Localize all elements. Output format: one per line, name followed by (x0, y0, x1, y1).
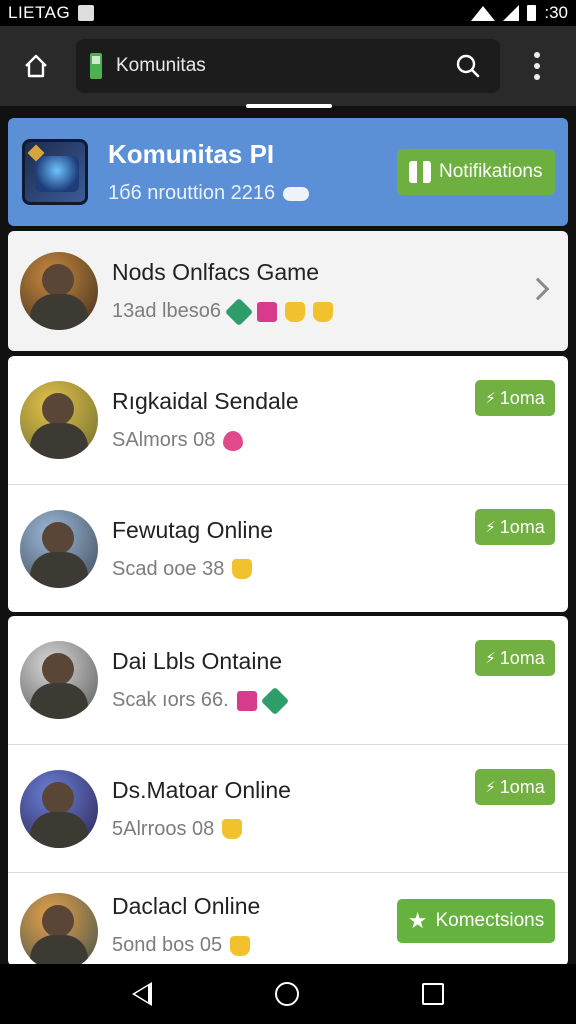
join-button[interactable]: ⚡ 1oma (475, 640, 555, 676)
list-item-subtitle: 5Alrroos 08 (112, 817, 215, 840)
list-item[interactable]: Ds.Matoar Online 5Alrroos 08 ⚡ 1oma (8, 744, 568, 872)
url-text: Komunitas (116, 55, 206, 76)
back-icon[interactable] (131, 982, 152, 1006)
list-item-subtitle-row: Scad ooe 38 (112, 558, 568, 581)
status-carrier: LIETAG (8, 3, 71, 22)
community-card: Rıgkaidal Sendale SAlmors 08 ⚡ 1oma Fewu… (8, 356, 568, 612)
avatar (20, 252, 98, 330)
more-vert-dot (534, 63, 540, 69)
list-item-title: Nods Onlfacs Game (112, 259, 320, 285)
list-item[interactable]: Nods Onlfacs Game 13ad lbeso6 (8, 231, 568, 351)
bolt-icon: ⚡ (485, 779, 496, 796)
list-item[interactable]: Dai Lbls Ontaine Scak ıors 66. ⚡ 1oma (8, 616, 568, 744)
drag-handle[interactable] (246, 104, 332, 108)
bolt-icon: ⚡ (485, 390, 496, 407)
join-label: 1oma (499, 776, 545, 797)
connections-label: Komectsions (435, 910, 545, 931)
list-item-subtitle-row: SAlmors 08 (112, 429, 568, 452)
list-item-subtitle-row: 5Alrroos 08 (112, 818, 568, 841)
url-bar[interactable]: Komunitas (76, 39, 500, 93)
join-button[interactable]: ⚡ 1oma (475, 380, 555, 416)
list-item[interactable]: Fewutag Online Scad ooe 38 ⚡ 1oma (8, 484, 568, 612)
community-card: Dai Lbls Ontaine Scak ıors 66. ⚡ 1oma Ds… (8, 616, 568, 966)
join-button[interactable]: ⚡ 1oma (475, 769, 555, 805)
coin-bag-icon (222, 819, 243, 839)
cloud-icon (283, 186, 310, 201)
status-bar: LIETAG :30 (0, 0, 576, 26)
site-icon (90, 53, 102, 79)
join-label: 1oma (499, 647, 545, 668)
community-text: Komunitas PI 1б6 nrouttion 2216 (108, 139, 397, 205)
avatar (20, 381, 98, 459)
connections-button[interactable]: ★ Komectsions (397, 899, 555, 943)
gift-icon (256, 301, 277, 322)
more-vert-icon (534, 52, 540, 58)
search-icon (456, 54, 480, 78)
avatar (20, 893, 98, 966)
notifications-button[interactable]: Notifikations (397, 149, 555, 195)
browser-bar: Komunitas (0, 26, 576, 106)
notifications-label: Notifikations (439, 161, 543, 182)
status-left: LIETAG (8, 3, 95, 23)
star-icon: ★ (407, 908, 428, 933)
home-button[interactable] (14, 44, 58, 88)
thumbs-up-icon (284, 301, 305, 322)
bell-icon (409, 158, 431, 186)
heart-icon (223, 430, 244, 451)
battery-icon (527, 5, 537, 21)
list-item-subtitle: Scak ıors 66. (112, 689, 229, 711)
coin-bag-icon (312, 301, 333, 322)
community-subtitle-row: 1б6 nrouttion 2216 (108, 182, 397, 205)
avatar (20, 769, 98, 848)
join-label: 1oma (499, 387, 545, 408)
home-icon (25, 54, 47, 78)
list-item-subtitle: 13ad lbeso6 (112, 300, 221, 322)
thumbs-up-icon (230, 935, 251, 956)
navigation-bar (0, 964, 576, 1024)
avatar (20, 509, 98, 588)
search-button[interactable] (450, 48, 486, 84)
join-label: 1oma (499, 516, 545, 537)
more-menu-button[interactable] (522, 44, 552, 88)
community-subtitle: 1б6 nrouttion 2216 (108, 182, 276, 204)
status-right: :30 (471, 3, 568, 23)
community-title: Komunitas PI (108, 139, 275, 169)
app-root: LIETAG :30 Komunitas Komunitas PI 1б6 nr… (0, 0, 576, 1024)
avatar (20, 641, 98, 719)
home-circle-icon[interactable] (274, 982, 299, 1006)
wifi-icon (471, 5, 496, 21)
more-vert-dot (534, 74, 540, 80)
list-item-subtitle: SAlmors 08 (112, 429, 216, 451)
community-avatar (22, 139, 88, 205)
list-item-text: Nods Onlfacs Game 13ad lbeso6 (112, 259, 568, 326)
recent-apps-icon[interactable] (422, 983, 445, 1005)
signal-icon (503, 5, 520, 21)
list-item-subtitle-row: 13ad lbeso6 (112, 297, 568, 326)
status-time: :30 (544, 3, 568, 22)
gem-icon (224, 297, 254, 326)
list-item-subtitle-row: Scak ıors 66. (112, 686, 568, 715)
list-item-subtitle: 5ond bos 05 (112, 934, 223, 956)
thumbs-up-icon (232, 559, 253, 579)
list-item[interactable]: Daclacl Online 5ond bos 05 ★ Komectsions (8, 872, 568, 966)
gift-icon (236, 690, 257, 711)
join-button[interactable]: ⚡ 1oma (475, 509, 555, 545)
bolt-icon: ⚡ (485, 519, 496, 536)
community-header: Komunitas PI 1б6 nrouttion 2216 Notifika… (8, 118, 568, 226)
list-item-subtitle: Scad ooe 38 (112, 557, 225, 580)
notification-badge-icon (78, 5, 95, 21)
list-item[interactable]: Rıgkaidal Sendale SAlmors 08 ⚡ 1oma (8, 356, 568, 484)
featured-card[interactable]: Nods Onlfacs Game 13ad lbeso6 (8, 231, 568, 351)
gem-icon (260, 686, 289, 715)
bolt-icon: ⚡ (485, 650, 496, 667)
